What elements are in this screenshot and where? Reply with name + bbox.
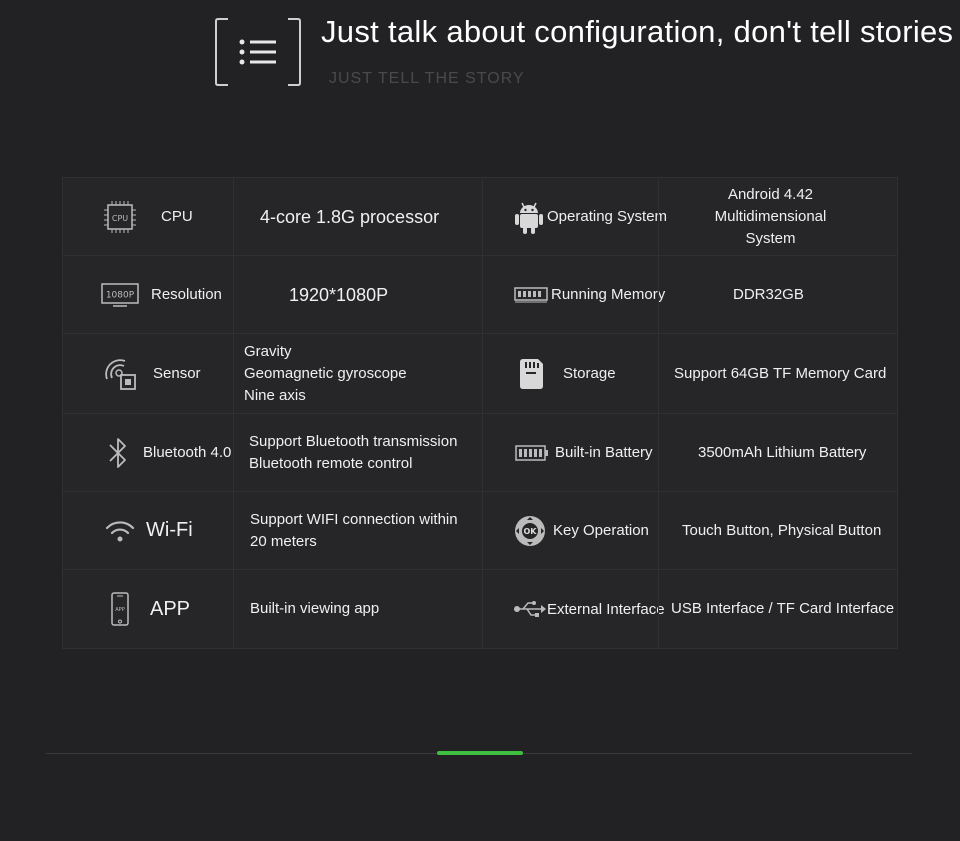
memory-module-icon [514,286,548,302]
spec-label-sensor: Sensor [153,365,201,382]
spec-label-external-interface: External Interface [547,600,665,618]
spec-value-battery: 3500mAh Lithium Battery [698,443,867,461]
resolution-icon: 1080P [101,282,139,307]
usb-icon [514,601,546,617]
page-title: Just talk about configuration, don't tel… [321,14,954,49]
page-subtitle: JUST TELL THE STORY [329,70,525,87]
resolution-icon-text: 1080P [106,290,135,300]
spec-value-key-operation: Touch Button, Physical Button [682,521,882,539]
spec-label-cpu: CPU [161,208,193,225]
spec-row-cpu: CPU CPU 4-core 1.8G processor Operating … [63,178,897,256]
spec-row-wifi: Wi-Fi Support WIFI connection within 20 … [63,492,897,570]
bluetooth-icon [109,437,126,468]
spec-value-app: Built-in viewing app [250,600,380,617]
spec-table: CPU CPU 4-core 1.8G processor Operating … [62,177,898,649]
cpu-icon-text: CPU [112,214,128,223]
footer-page-indicator [437,751,523,755]
cpu-chip-icon: CPU [104,200,136,233]
ok-button-icon: OK [515,515,545,546]
spec-value-wifi: Support WIFI connection within 20 meters [250,510,458,550]
spec-row-bluetooth: Bluetooth 4.0 Support Bluetooth transmis… [63,414,897,492]
spec-label-battery: Built-in Battery [555,444,653,461]
list-menu-icon [215,18,301,86]
spec-row-resolution: 1080P Resolution 1920*1080P Running Memo… [63,256,897,334]
spec-value-sensor: Gravity Geomagnetic gyroscope Nine axis [244,342,407,404]
spec-value-os: Android 4.42 Multidimensional System [714,185,827,247]
spec-label-resolution: Resolution [151,286,222,303]
spec-value-storage: Support 64GB TF Memory Card [674,364,887,382]
spec-row-sensor: Sensor Gravity Geomagnetic gyroscope Nin… [63,334,897,414]
spec-value-external-interface: USB Interface / TF Card Interface [671,600,895,617]
spec-row-app: APP APP Built-in viewing app External In… [63,570,897,648]
phone-app-icon: APP [111,592,129,626]
spec-label-key-operation: Key Operation [553,522,649,539]
spec-value-resolution: 1920*1080P [289,284,389,305]
spec-label-os: Operating System [547,208,668,225]
android-icon [515,202,543,234]
battery-icon [515,444,548,461]
spec-value-bluetooth: Support Bluetooth transmission Bluetooth… [249,432,458,472]
spec-value-memory: DDR32GB [733,285,804,303]
spec-label-memory: Running Memory [551,286,666,303]
sensor-icon [105,358,136,390]
spec-value-cpu: 4-core 1.8G processor [260,206,440,227]
spec-label-wifi: Wi-Fi [146,519,193,541]
spec-label-storage: Storage [563,365,616,382]
spec-label-bluetooth: Bluetooth 4.0 [143,444,232,461]
app-icon-text: APP [115,607,124,613]
ok-icon-text: OK [524,527,538,536]
sd-card-icon [520,358,543,389]
spec-label-app: APP [150,597,191,620]
wifi-icon [105,520,135,541]
